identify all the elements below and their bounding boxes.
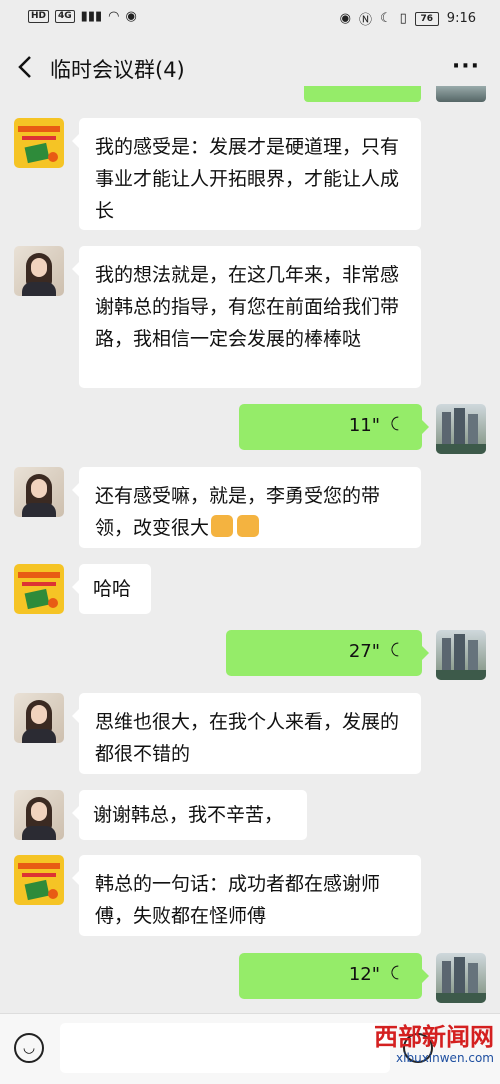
avatar-woman[interactable] <box>14 693 64 743</box>
eye-icon: ◉ <box>339 11 351 26</box>
avatar-self[interactable] <box>436 630 486 680</box>
voice-duration: 27" <box>348 641 380 662</box>
chat-title: 临时会议群(4) <box>50 58 185 82</box>
avatar-woman[interactable] <box>14 246 64 296</box>
avatar-yellow[interactable] <box>14 564 64 614</box>
voice-duration: 12" <box>348 964 380 985</box>
message-text: 韩总的一句话：成功者都在感谢师傅，失败都在怪师傅 <box>95 873 381 927</box>
thumbs-up-emoji <box>211 515 234 537</box>
watermark-cn: 西部新闻网 <box>374 1022 494 1051</box>
voice-wave-icon: ◟◞ <box>388 642 410 657</box>
message-bubble[interactable]: 哈哈 <box>72 564 151 614</box>
avatar-yellow[interactable] <box>14 118 64 168</box>
voice-message[interactable]: 27" ◟◞ <box>226 630 429 676</box>
wifi-icon: ◠ <box>108 9 120 24</box>
message-text: 我的感受是：发展才是硬道理，只有事业才能让人开拓眼界，才能让人成长 <box>95 136 400 222</box>
voice-duration: 11" <box>348 415 380 436</box>
avatar-self[interactable] <box>436 953 486 1003</box>
app-notification-icon: ◉ <box>125 9 137 24</box>
partial-voice-bubble[interactable] <box>304 86 421 102</box>
voice-input-icon[interactable]: ◟◞ <box>14 1033 44 1063</box>
message-bubble[interactable]: 韩总的一句话：成功者都在感谢师傅，失败都在怪师傅 <box>72 855 421 936</box>
avatar-self[interactable] <box>436 404 486 454</box>
network-type: 4G <box>55 10 75 23</box>
message-bubble[interactable]: 谢谢韩总，我不辛苦， <box>72 790 307 840</box>
vibrate-icon: ▯ <box>399 11 407 26</box>
message-text: 哈哈 <box>93 578 132 600</box>
battery-icon: 76 <box>414 11 439 26</box>
voice-message[interactable]: 12" ◟◞ <box>239 953 429 999</box>
message-bubble[interactable]: 还有感受嘛，就是，李勇受您的带领，改变很大 <box>72 467 421 548</box>
hd-badge: HD <box>28 10 50 23</box>
avatar-woman[interactable] <box>14 790 64 840</box>
message-text: 思维也很大，在我个人来看，发展的都很不错的 <box>95 711 400 765</box>
clock-time: 9:16 <box>446 11 476 26</box>
moon-icon: ☾ <box>379 11 392 26</box>
watermark: 西部新闻网 xibuxinwen.com <box>374 1024 494 1066</box>
avatar-yellow[interactable] <box>14 855 64 905</box>
voice-wave-icon: ◟◞ <box>388 416 410 431</box>
thumbs-up-emoji <box>237 515 260 537</box>
message-bubble[interactable]: 思维也很大，在我个人来看，发展的都很不错的 <box>72 693 421 774</box>
voice-message[interactable]: 11" ◟◞ <box>239 404 429 450</box>
status-bar: HD 4G ▮▮▮ ◠ ◉ ◉ Ⓝ ☾ ▯ 76 9:16 <box>0 0 500 36</box>
message-bubble[interactable]: 我的想法就是，在这几年来，非常感谢韩总的指导，有您在前面给我们带路，我相信一定会… <box>72 246 421 388</box>
watermark-url: xibuxinwen.com <box>396 1051 494 1065</box>
message-bubble[interactable]: 我的感受是：发展才是硬道理，只有事业才能让人开拓眼界，才能让人成长 <box>72 118 421 230</box>
message-text: 我的想法就是，在这几年来，非常感谢韩总的指导，有您在前面给我们带路，我相信一定会… <box>95 264 400 350</box>
voice-wave-icon: ◟◞ <box>388 965 410 980</box>
chat-header: 临时会议群(4) ··· <box>0 36 500 100</box>
more-options-icon[interactable]: ··· <box>452 54 480 79</box>
back-arrow-icon[interactable] <box>14 50 38 84</box>
nfc-icon: Ⓝ <box>358 13 372 28</box>
message-text: 谢谢韩总，我不辛苦， <box>93 804 284 826</box>
message-input[interactable] <box>60 1023 390 1073</box>
avatar-woman[interactable] <box>14 467 64 517</box>
partial-avatar <box>436 86 486 102</box>
signal-icon: ▮▮▮ <box>80 9 103 24</box>
